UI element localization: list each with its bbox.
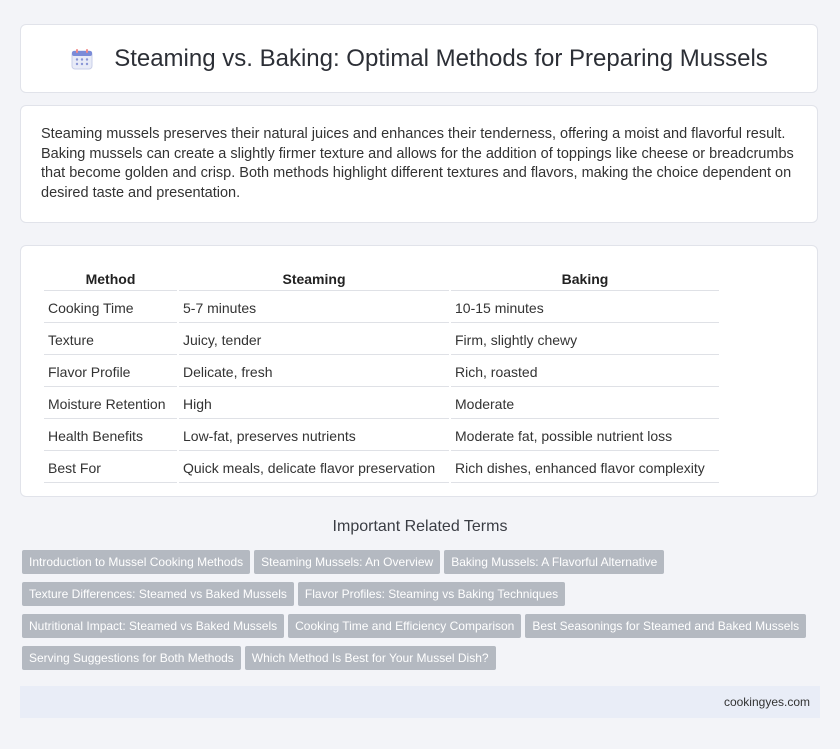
table-cell: Delicate, fresh xyxy=(179,357,449,387)
related-term-tag[interactable]: Steaming Mussels: An Overview xyxy=(254,550,441,574)
table-cell: Health Benefits xyxy=(44,421,177,451)
related-term-tag[interactable]: Nutritional Impact: Steamed vs Baked Mus… xyxy=(22,614,285,638)
calendar-icon xyxy=(71,48,93,69)
table-row: Best For Quick meals, delicate flavor pr… xyxy=(44,453,719,483)
table-cell: Flavor Profile xyxy=(44,357,177,387)
table-cell: Moisture Retention xyxy=(44,389,177,419)
table-cell: 5-7 minutes xyxy=(179,293,449,323)
related-terms-list: Introduction to Mussel Cooking Methods St… xyxy=(22,550,822,678)
table-row: Cooking Time 5-7 minutes 10-15 minutes xyxy=(44,293,719,323)
table-cell: Texture xyxy=(44,325,177,355)
related-term-tag[interactable]: Baking Mussels: A Flavorful Alternative xyxy=(444,550,665,574)
table-cell: Moderate xyxy=(451,389,719,419)
table-cell: Rich, roasted xyxy=(451,357,719,387)
footer-site-link[interactable]: cookingyes.com xyxy=(724,695,810,709)
title-card: Steaming vs. Baking: Optimal Methods for… xyxy=(20,24,818,93)
table-row: Health Benefits Low-fat, preserves nutri… xyxy=(44,421,719,451)
column-header-method: Method xyxy=(44,268,177,291)
related-term-tag[interactable]: Which Method Is Best for Your Mussel Dis… xyxy=(244,646,496,670)
related-term-tag[interactable]: Texture Differences: Steamed vs Baked Mu… xyxy=(22,582,294,606)
column-header-steaming: Steaming xyxy=(179,268,449,291)
intro-text: Steaming mussels preserves their natural… xyxy=(41,126,794,201)
table-header-row: Method Steaming Baking xyxy=(44,268,719,291)
page-title: Steaming vs. Baking: Optimal Methods for… xyxy=(114,44,768,72)
table-cell: Low-fat, preserves nutrients xyxy=(179,421,449,451)
table-row: Moisture Retention High Moderate xyxy=(44,389,719,419)
related-term-tag[interactable]: Flavor Profiles: Steaming vs Baking Tech… xyxy=(297,582,566,606)
table-cell: Rich dishes, enhanced flavor complexity xyxy=(451,453,719,483)
table-cell: Best For xyxy=(44,453,177,483)
table-cell: 10-15 minutes xyxy=(451,293,719,323)
intro-card: Steaming mussels preserves their natural… xyxy=(20,105,818,223)
related-term-tag[interactable]: Serving Suggestions for Both Methods xyxy=(22,646,241,670)
related-term-tag[interactable]: Introduction to Mussel Cooking Methods xyxy=(22,550,251,574)
table-cell: High xyxy=(179,389,449,419)
table-cell: Juicy, tender xyxy=(179,325,449,355)
related-terms-title: Important Related Terms xyxy=(332,518,508,535)
table-cell: Quick meals, delicate flavor preservatio… xyxy=(179,453,449,483)
related-term-tag[interactable]: Best Seasonings for Steamed and Baked Mu… xyxy=(525,614,807,638)
table-cell: Cooking Time xyxy=(44,293,177,323)
footer: cookingyes.com xyxy=(20,686,820,718)
related-term-tag[interactable]: Cooking Time and Efficiency Comparison xyxy=(288,614,522,638)
column-header-baking: Baking xyxy=(451,268,719,291)
table-row: Flavor Profile Delicate, fresh Rich, roa… xyxy=(44,357,719,387)
table-cell: Moderate fat, possible nutrient loss xyxy=(451,421,719,451)
comparison-table: Method Steaming Baking Cooking Time 5-7 … xyxy=(42,266,721,485)
table-row: Texture Juicy, tender Firm, slightly che… xyxy=(44,325,719,355)
comparison-card: Method Steaming Baking Cooking Time 5-7 … xyxy=(20,245,818,497)
table-cell: Firm, slightly chewy xyxy=(451,325,719,355)
